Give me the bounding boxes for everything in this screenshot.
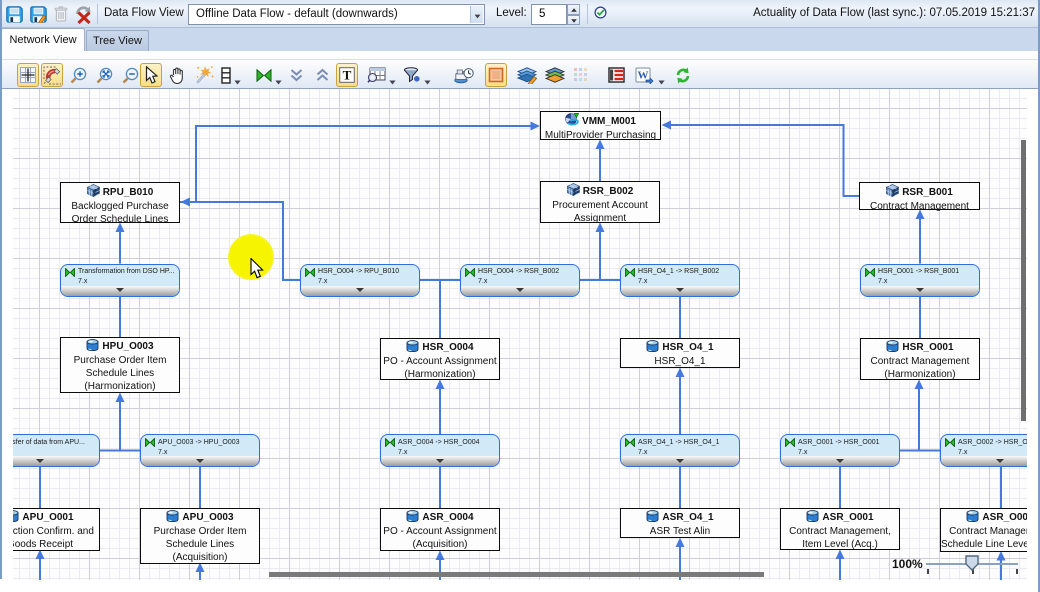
svg-text:T: T: [343, 68, 352, 83]
